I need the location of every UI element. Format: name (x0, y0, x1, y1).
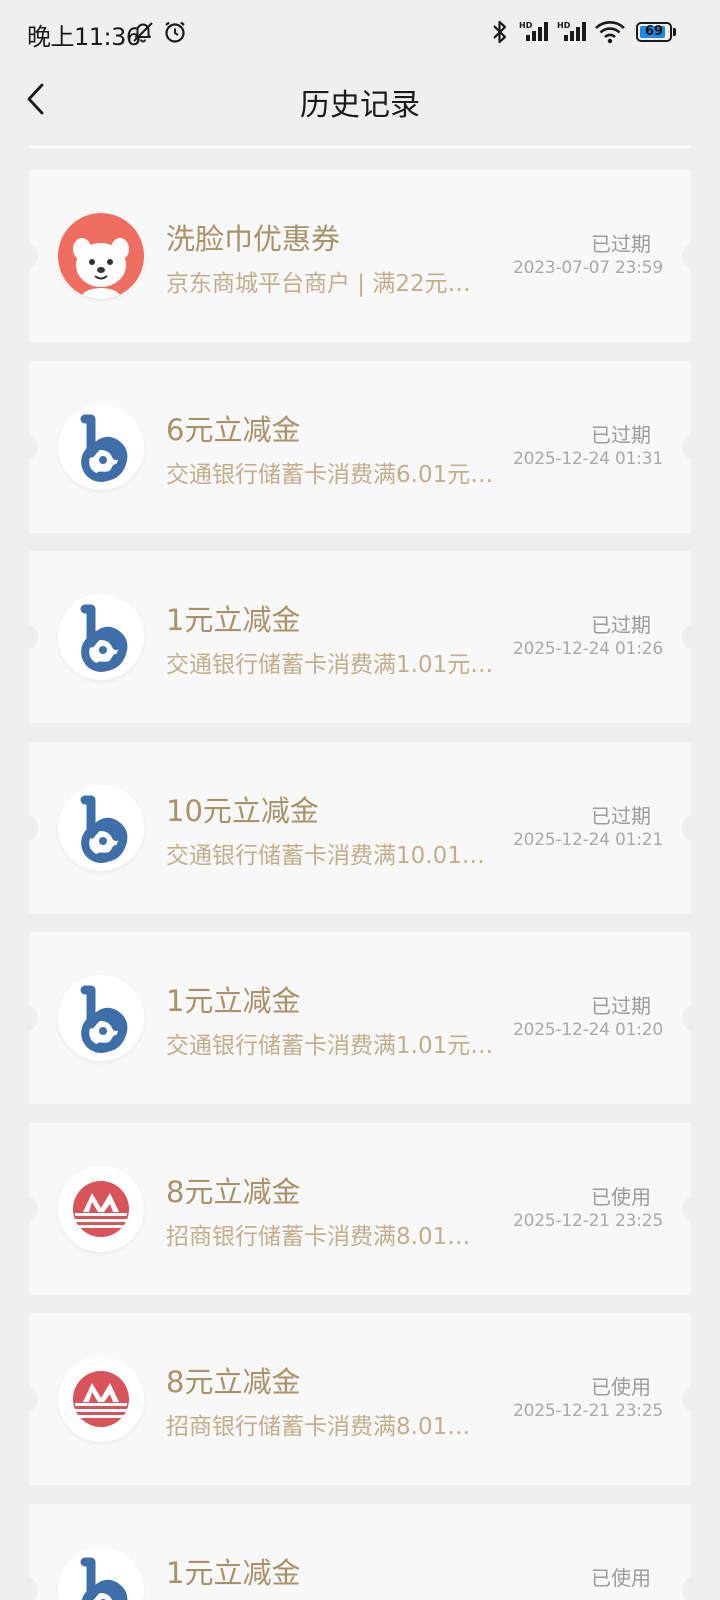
merchant-logo (58, 213, 144, 299)
status-bar: 晚上11:36 HD HD 69 (0, 0, 720, 66)
battery-tip (673, 28, 676, 36)
record-card[interactable]: 洗脸巾优惠券京东商城平台商户 | 满22元… 已过期 2023-07-07 23:5… (20, 170, 700, 342)
bluetooth-icon (488, 19, 512, 49)
ticket-notch-right (682, 244, 700, 268)
coupon-status: 已过期 (591, 994, 651, 1018)
mute-bell-icon (130, 19, 156, 49)
coupon-title: 8元立减金 (166, 1365, 301, 1399)
wifi-icon (594, 19, 626, 49)
ticket-notch-left (20, 1578, 38, 1600)
ticket-notch-left (20, 1197, 38, 1221)
coupon-timestamp: 2025-12-21 23:25 (513, 1211, 663, 1231)
battery-percent: 69 (644, 24, 664, 39)
coupon-status: 已过期 (591, 423, 651, 447)
merchant-logo (58, 594, 144, 680)
coupon-status: 已使用 (591, 1375, 651, 1399)
coupon-title: 1元立减金 (166, 984, 301, 1018)
coupon-status: 已过期 (591, 613, 651, 637)
record-card[interactable]: 6元立减金交通银行储蓄卡消费满6.01元… 已过期 2025-12-24 01:31 (20, 361, 700, 533)
ticket-notch-right (682, 1197, 700, 1221)
merchant-logo (58, 975, 144, 1061)
header: 历史记录 (0, 66, 720, 148)
coupon-description: 交通银行储蓄卡消费满10.01… (166, 843, 485, 869)
svg-text:HD: HD (557, 21, 571, 30)
coupon-description: 招商银行储蓄卡消费满8.01… (166, 1414, 471, 1440)
alarm-icon (162, 19, 188, 49)
app-root: 晚上11:36 HD HD 69 历史记录 洗脸巾优惠券 京东商城平台商户 | … (0, 0, 720, 1600)
coupon-timestamp: 2023-07-07 23:59 (513, 258, 663, 278)
ticket-notch-left (20, 1006, 38, 1030)
record-card[interactable]: 10元立减金交通银行储蓄卡消费满10.01… 已过期 2025-12-24 01:2… (20, 742, 700, 914)
coupon-status: 已使用 (591, 1566, 651, 1590)
coupon-timestamp: 2025-12-24 01:20 (513, 1020, 663, 1040)
bocom-logo-icon (80, 1557, 128, 1600)
coupon-timestamp: 2025-12-24 01:21 (513, 830, 663, 850)
coupon-description: 交通银行储蓄卡消费满1.01元… (166, 1033, 494, 1059)
ticket-notch-left (20, 816, 38, 840)
cmb-logo-icon (73, 1181, 129, 1237)
record-card[interactable]: 8元立减金招商银行储蓄卡消费满8.01… 已使用 2025-12-21 23:25 (20, 1123, 700, 1295)
ticket-notch-right (682, 1387, 700, 1411)
ticket-notch-left (20, 244, 38, 268)
merchant-logo (58, 1356, 144, 1442)
coupon-timestamp: 2025-12-24 01:26 (513, 639, 663, 659)
coupon-timestamp: 2025-12-21 23:25 (513, 1401, 663, 1421)
ticket-notch-right (682, 816, 700, 840)
page-title: 历史记录 (300, 88, 420, 123)
ticket-notch-right (682, 435, 700, 459)
coupon-timestamp: 2025-12-24 01:31 (513, 449, 663, 469)
signal-hd-icon: HD (518, 19, 552, 49)
coupon-status: 已过期 (591, 804, 651, 828)
merchant-logo (58, 1547, 144, 1600)
record-card[interactable]: 1元立减金 已使用 (20, 1504, 700, 1600)
record-card[interactable]: 1元立减金交通银行储蓄卡消费满1.01元… 已过期 2025-12-24 01:20 (20, 932, 700, 1104)
coupon-title: 1元立减金 (166, 1556, 301, 1590)
coupon-title: 10元立减金 (166, 794, 319, 828)
record-card[interactable]: 8元立减金招商银行储蓄卡消费满8.01… 已使用 2025-12-21 23:25 (20, 1313, 700, 1485)
coupon-description: 交通银行储蓄卡消费满1.01元… (166, 652, 494, 678)
coupon-title: 1元立减金 (166, 603, 301, 637)
coupon-title: 6元立减金 (166, 413, 301, 447)
coupon-description: 京东商城平台商户 | 满22元… (166, 271, 471, 297)
ticket-notch-left (20, 625, 38, 649)
coupon-description: 招商银行储蓄卡消费满8.01… (166, 1224, 471, 1250)
signal-hd-icon: HD (556, 19, 590, 49)
record-card[interactable]: 1元立减金交通银行储蓄卡消费满1.01元… 已过期 2025-12-24 01:26 (20, 551, 700, 723)
coupon-description: 交通银行储蓄卡消费满6.01元… (166, 462, 494, 488)
svg-text:HD: HD (519, 21, 533, 30)
bocom-logo-icon (80, 985, 128, 1053)
ticket-notch-right (682, 1578, 700, 1600)
coupon-status: 已过期 (591, 232, 651, 256)
bocom-logo-icon (80, 795, 128, 863)
coupon-title: 8元立减金 (166, 1175, 301, 1209)
ticket-notch-right (682, 1006, 700, 1030)
bocom-logo-icon (80, 414, 128, 482)
merchant-logo (58, 404, 144, 490)
coupon-status: 已使用 (591, 1185, 651, 1209)
ticket-notch-right (682, 625, 700, 649)
bocom-logo-icon (80, 604, 128, 672)
merchant-logo (58, 785, 144, 871)
jd-mascot-icon (58, 213, 144, 299)
coupon-title: 洗脸巾优惠券 (166, 222, 341, 256)
ticket-notch-left (20, 1387, 38, 1411)
header-divider (29, 146, 691, 148)
cmb-logo-icon (73, 1371, 129, 1427)
status-time: 晚上11:36 (27, 23, 141, 51)
ticket-notch-left (20, 435, 38, 459)
merchant-logo (58, 1166, 144, 1252)
